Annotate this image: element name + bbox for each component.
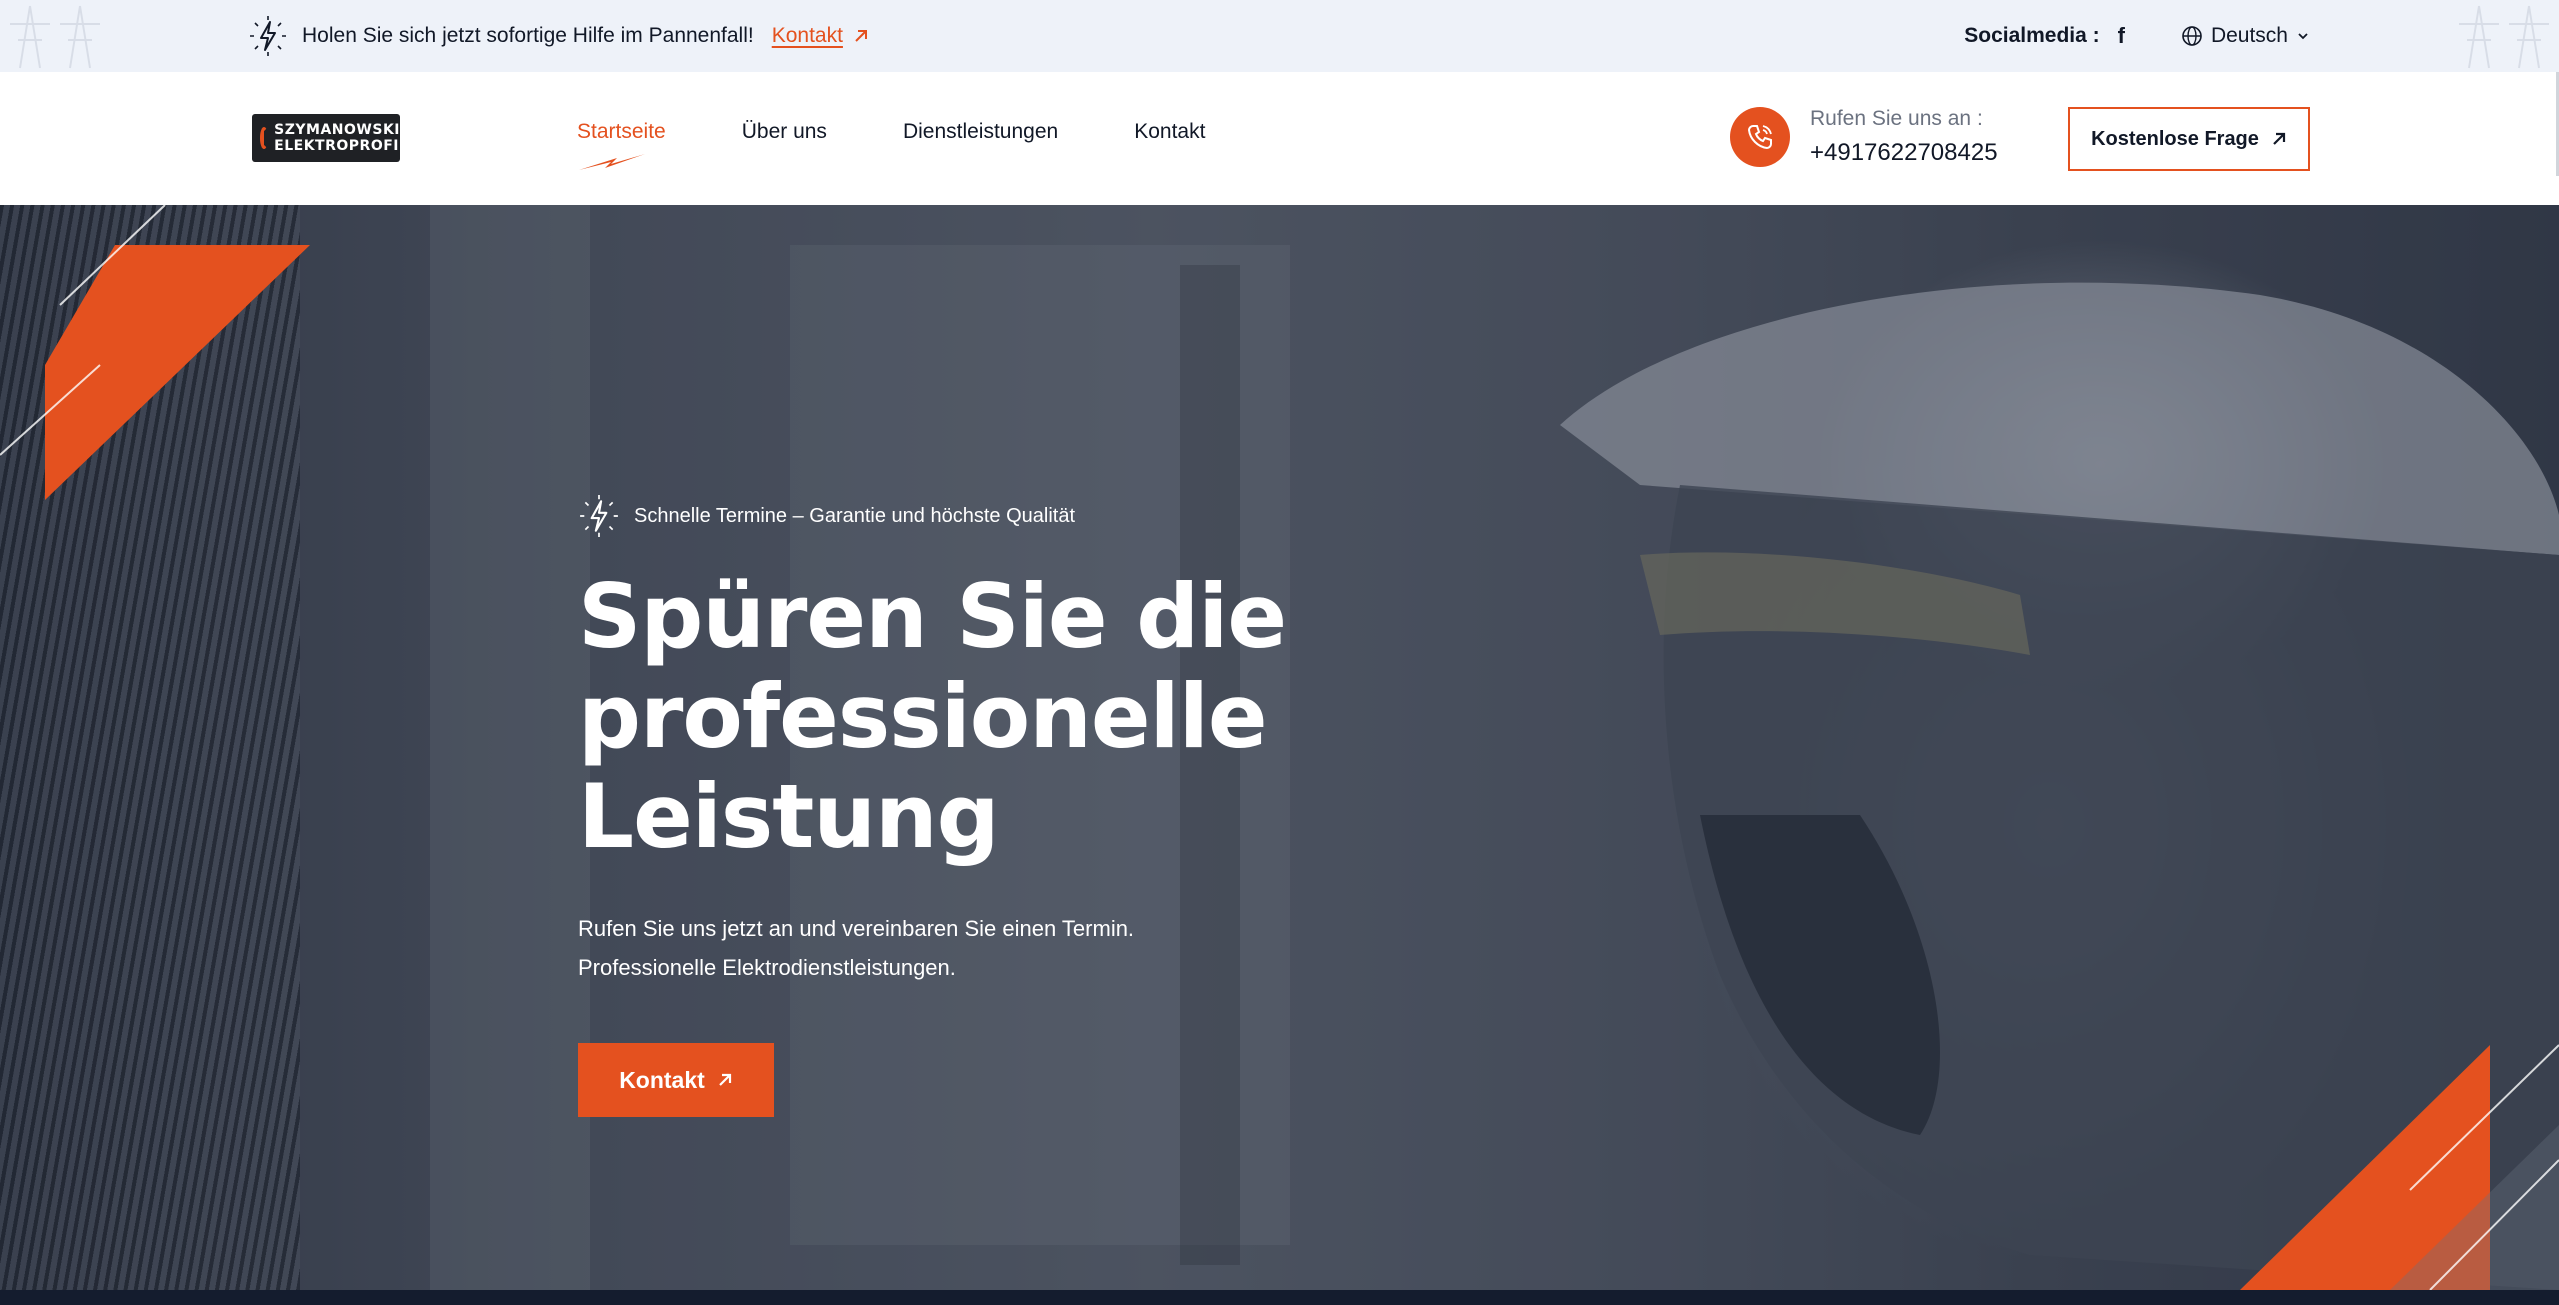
language-selector[interactable]: Deutsch — [2181, 24, 2310, 48]
help-contact-link[interactable]: Kontakt — [772, 24, 869, 48]
nav-item-ueber-uns[interactable]: Über uns — [742, 120, 827, 144]
main-nav: Startseite Über uns Dienstleistungen Kon… — [577, 120, 1281, 170]
logo-text: SZYMANOWSKI ELEKTROPROFI — [274, 122, 400, 154]
orange-slash-decoration — [0, 205, 310, 500]
arrow-up-right-icon — [2273, 132, 2286, 145]
next-section-edge — [0, 1290, 2559, 1305]
free-question-label: Kostenlose Frage — [2091, 127, 2259, 150]
hero-content: Schnelle Termine – Garantie und höchste … — [578, 495, 1678, 1117]
phone-text: Rufen Sie uns an : +4917622708425 — [1810, 107, 1998, 167]
pylon-decoration-icon — [10, 5, 100, 69]
language-label: Deutsch — [2210, 24, 2288, 47]
phone-icon — [1730, 107, 1790, 167]
hero-contact-label: Kontakt — [619, 1066, 705, 1093]
globe-icon — [2182, 26, 2202, 46]
phone-label: Rufen Sie uns an : — [1810, 107, 1983, 130]
hero-description: Rufen Sie uns jetzt an und vereinbaren S… — [578, 909, 1678, 987]
orange-slash-decoration — [2240, 1044, 2559, 1290]
logo-line-2: ELEKTROPROFI — [274, 138, 399, 154]
phone-number[interactable]: +4917622708425 — [1810, 139, 1998, 167]
logo-line-1: SZYMANOWSKI — [274, 122, 400, 138]
lightning-icon — [250, 16, 286, 56]
help-text: Holen Sie sich jetzt sofortige Hilfe im … — [302, 24, 754, 47]
hero-title-line-2: professionelle Leistung — [578, 665, 1268, 868]
social-label: Socialmedia : — [1964, 24, 2100, 47]
top-bar: Holen Sie sich jetzt sofortige Hilfe im … — [0, 0, 2559, 72]
arrow-up-right-icon — [719, 1073, 731, 1086]
main-header: SZYMANOWSKI ELEKTROPROFI Startseite Über… — [0, 72, 2559, 205]
site-logo[interactable]: SZYMANOWSKI ELEKTROPROFI — [252, 114, 400, 162]
chevron-down-icon — [2298, 33, 2308, 40]
nav-item-kontakt[interactable]: Kontakt — [1134, 120, 1205, 144]
hero-desc-line-1: Rufen Sie uns jetzt an und vereinbaren S… — [578, 916, 1135, 941]
help-contact-label: Kontakt — [771, 24, 843, 47]
hero-desc-line-2: Professionelle Elektrodienstleistungen. — [578, 955, 956, 980]
hero-badge-text: Schnelle Termine – Garantie und höchste … — [634, 504, 1076, 527]
hero-contact-button[interactable]: Kontakt — [578, 1043, 774, 1117]
hero-title: Spüren Sie die professionelle Leistung — [578, 567, 1678, 867]
hero-title-line-1: Spüren Sie die — [578, 565, 1287, 668]
nav-label: Kontakt — [1134, 120, 1206, 143]
lightning-icon — [580, 495, 618, 537]
phone-contact[interactable]: Rufen Sie uns an : +4917622708425 — [1730, 107, 1998, 167]
lightning-underline-icon — [579, 154, 645, 170]
nav-item-startseite[interactable]: Startseite — [577, 120, 666, 170]
nav-label: Dienstleistungen — [902, 120, 1059, 143]
topbar-right: Socialmedia : f Deutsch — [1964, 16, 2310, 56]
nav-label: Über uns — [741, 120, 827, 143]
facebook-icon[interactable]: f — [2118, 23, 2125, 49]
free-question-button[interactable]: Kostenlose Frage — [2068, 107, 2310, 171]
pylon-decoration-icon — [2459, 5, 2549, 69]
arrow-up-right-icon — [855, 30, 867, 42]
hero-section: Schnelle Termine – Garantie und höchste … — [0, 205, 2559, 1290]
hero-badge: Schnelle Termine – Garantie und höchste … — [578, 495, 1678, 537]
logo-mark-icon — [260, 127, 269, 149]
nav-label: Startseite — [577, 120, 666, 143]
nav-item-dienstleistungen[interactable]: Dienstleistungen — [903, 120, 1058, 144]
topbar-help: Holen Sie sich jetzt sofortige Hilfe im … — [248, 16, 869, 56]
